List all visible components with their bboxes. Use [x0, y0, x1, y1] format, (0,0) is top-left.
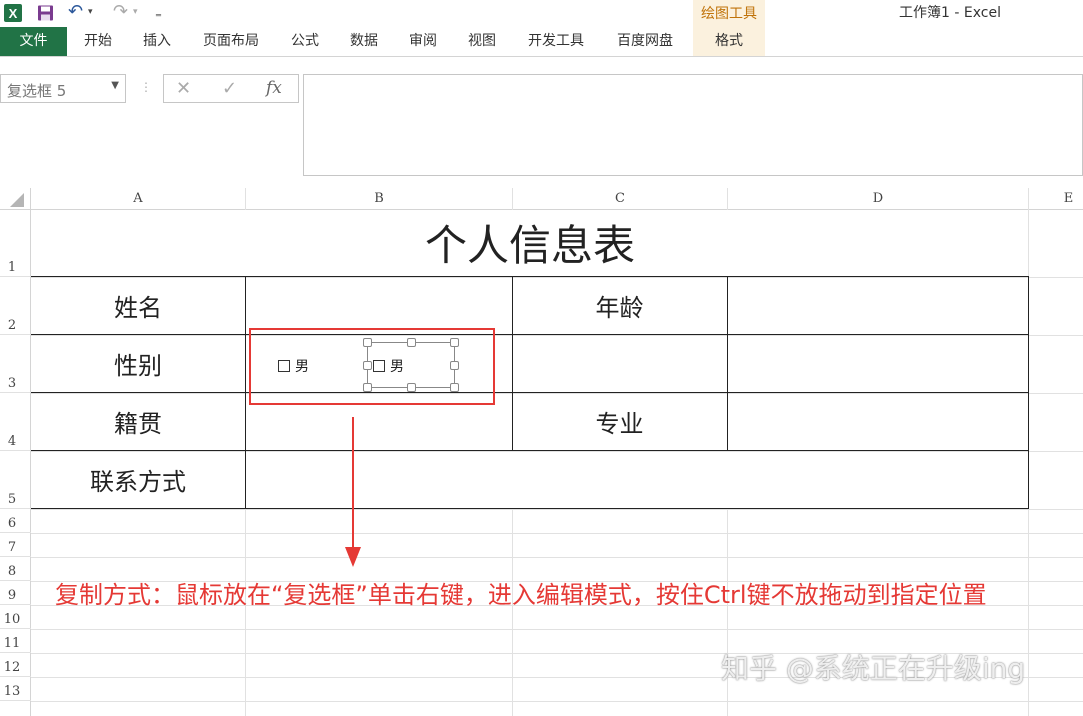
tab-file[interactable]: 文件: [0, 27, 67, 56]
row-number: 4: [7, 434, 17, 449]
row-number: 5: [7, 492, 17, 507]
window-title: 工作簿1 - Excel: [899, 5, 1001, 21]
name-box[interactable]: 复选框 5 ▼: [0, 74, 126, 103]
cell-grid[interactable]: 个人信息表 姓名 年龄 性别 籍贯 专业 联系方式 男 男 复制方式：鼠标放在“…: [31, 210, 1083, 716]
row-header-7[interactable]: 7: [0, 533, 31, 557]
tab-format[interactable]: 格式: [693, 27, 765, 56]
row-header-9[interactable]: 9: [0, 581, 31, 605]
undo-icon[interactable]: ↶: [68, 2, 83, 22]
label-gender: 性别: [114, 352, 162, 380]
tab-developer[interactable]: 开发工具: [518, 27, 594, 56]
gridline: [31, 451, 1083, 452]
gridline: [31, 509, 1083, 510]
label-age: 年龄: [595, 294, 644, 322]
column-header-d[interactable]: D: [728, 188, 1029, 210]
row-header-13[interactable]: 13: [0, 677, 31, 701]
row-header-4[interactable]: 4: [0, 393, 31, 451]
tab-baidu-netdisk[interactable]: 百度网盘: [607, 27, 683, 56]
column-header-b[interactable]: B: [246, 188, 513, 210]
row-number: 6: [7, 516, 17, 531]
tab-formulas[interactable]: 公式: [281, 27, 329, 56]
highlight-box: [249, 328, 495, 405]
enter-icon[interactable]: ✓: [222, 78, 237, 99]
chevron-down-icon[interactable]: ▼: [111, 80, 119, 91]
redo-icon[interactable]: ↷: [113, 2, 128, 22]
table-border: [245, 276, 246, 509]
insert-function-icon[interactable]: fx: [266, 78, 282, 98]
row-header-6[interactable]: 6: [0, 509, 31, 533]
svg-text:X: X: [9, 6, 18, 21]
row-header-2[interactable]: 2: [0, 277, 31, 335]
row-number: 7: [7, 540, 17, 555]
tab-page-layout[interactable]: 页面布局: [193, 27, 269, 56]
select-all-button[interactable]: [0, 188, 31, 210]
row-number: 10: [3, 612, 21, 627]
tab-insert[interactable]: 插入: [133, 27, 181, 56]
row-header-8[interactable]: 8: [0, 557, 31, 581]
row-number: 3: [7, 376, 17, 391]
gridline: [31, 557, 1083, 558]
annotation-text: 复制方式：鼠标放在“复选框”单击右键，进入编辑模式，按住Ctrl键不放拖动到指定…: [55, 581, 987, 609]
formula-buttons: ✕ ✓ fx: [163, 74, 299, 103]
excel-window: X ↶ ▾ ↷ ▾ ‗ 绘图工具 工作簿1 - Excel 文件 开始 插入 页…: [0, 0, 1083, 716]
row-header-10[interactable]: 10: [0, 605, 31, 629]
formula-bar-grip-icon[interactable]: ⋮: [140, 80, 152, 94]
gridline: [31, 701, 1083, 702]
customize-icon[interactable]: ‗: [156, 2, 161, 22]
label-contact: 联系方式: [90, 468, 186, 496]
label-major: 专业: [595, 410, 644, 438]
watermark: 知乎 @系统正在升级ing: [721, 652, 1026, 685]
row-header-5[interactable]: 5: [0, 451, 31, 509]
row-number: 9: [7, 588, 17, 603]
row-number: 8: [7, 564, 17, 579]
table-border: [31, 276, 1029, 277]
tab-home[interactable]: 开始: [74, 27, 122, 56]
gridline: [31, 393, 1083, 394]
tab-review[interactable]: 审阅: [399, 27, 447, 56]
row-number: 12: [3, 660, 21, 675]
column-header-a[interactable]: A: [31, 188, 246, 210]
table-border: [31, 334, 1029, 335]
cancel-icon[interactable]: ✕: [176, 78, 191, 99]
drawing-tools-label: 绘图工具: [701, 6, 757, 22]
table-border: [31, 392, 1029, 393]
formula-input[interactable]: [303, 74, 1083, 176]
table-border: [727, 276, 728, 451]
tab-view[interactable]: 视图: [458, 27, 506, 56]
row-header-3[interactable]: 3: [0, 335, 31, 393]
row-header-11[interactable]: 11: [0, 629, 31, 653]
select-all-icon: [10, 193, 24, 207]
ribbon-divider: [0, 56, 1083, 57]
arrow-down-icon: [345, 417, 361, 567]
table-border: [31, 508, 1029, 509]
row-number: 11: [3, 636, 21, 651]
row-number: 1: [7, 260, 17, 275]
column-headers: A B C D E: [0, 188, 1083, 210]
column-header-e[interactable]: E: [1029, 188, 1083, 210]
save-icon[interactable]: [37, 3, 54, 23]
tab-data[interactable]: 数据: [340, 27, 388, 56]
sheet-title: 个人信息表: [424, 221, 635, 270]
gridline: [31, 277, 1083, 278]
label-name: 姓名: [114, 294, 162, 322]
row-number: 13: [3, 684, 21, 699]
label-hometown: 籍贯: [114, 410, 162, 438]
gridline: [31, 533, 1083, 534]
row-number: 2: [7, 318, 17, 333]
table-border: [1028, 276, 1029, 509]
column-header-c[interactable]: C: [513, 188, 728, 210]
undo-dropdown-icon[interactable]: ▾: [88, 2, 93, 22]
redo-dropdown-icon[interactable]: ▾: [133, 2, 138, 22]
gridline: [31, 629, 1083, 630]
ribbon-tabs: 文件 开始 插入 页面布局 公式 数据 审阅 视图 开发工具 百度网盘 格式: [0, 27, 1083, 56]
gridline: [31, 335, 1083, 336]
name-box-value: 复选框 5: [7, 82, 67, 100]
row-headers: 1 2 3 4 5 6 7 8 9 10 11 12 13: [0, 210, 31, 716]
row-header-12[interactable]: 12: [0, 653, 31, 677]
row-header-1[interactable]: 1: [0, 210, 31, 277]
table-border: [31, 450, 1029, 451]
excel-icon: X: [4, 4, 22, 22]
